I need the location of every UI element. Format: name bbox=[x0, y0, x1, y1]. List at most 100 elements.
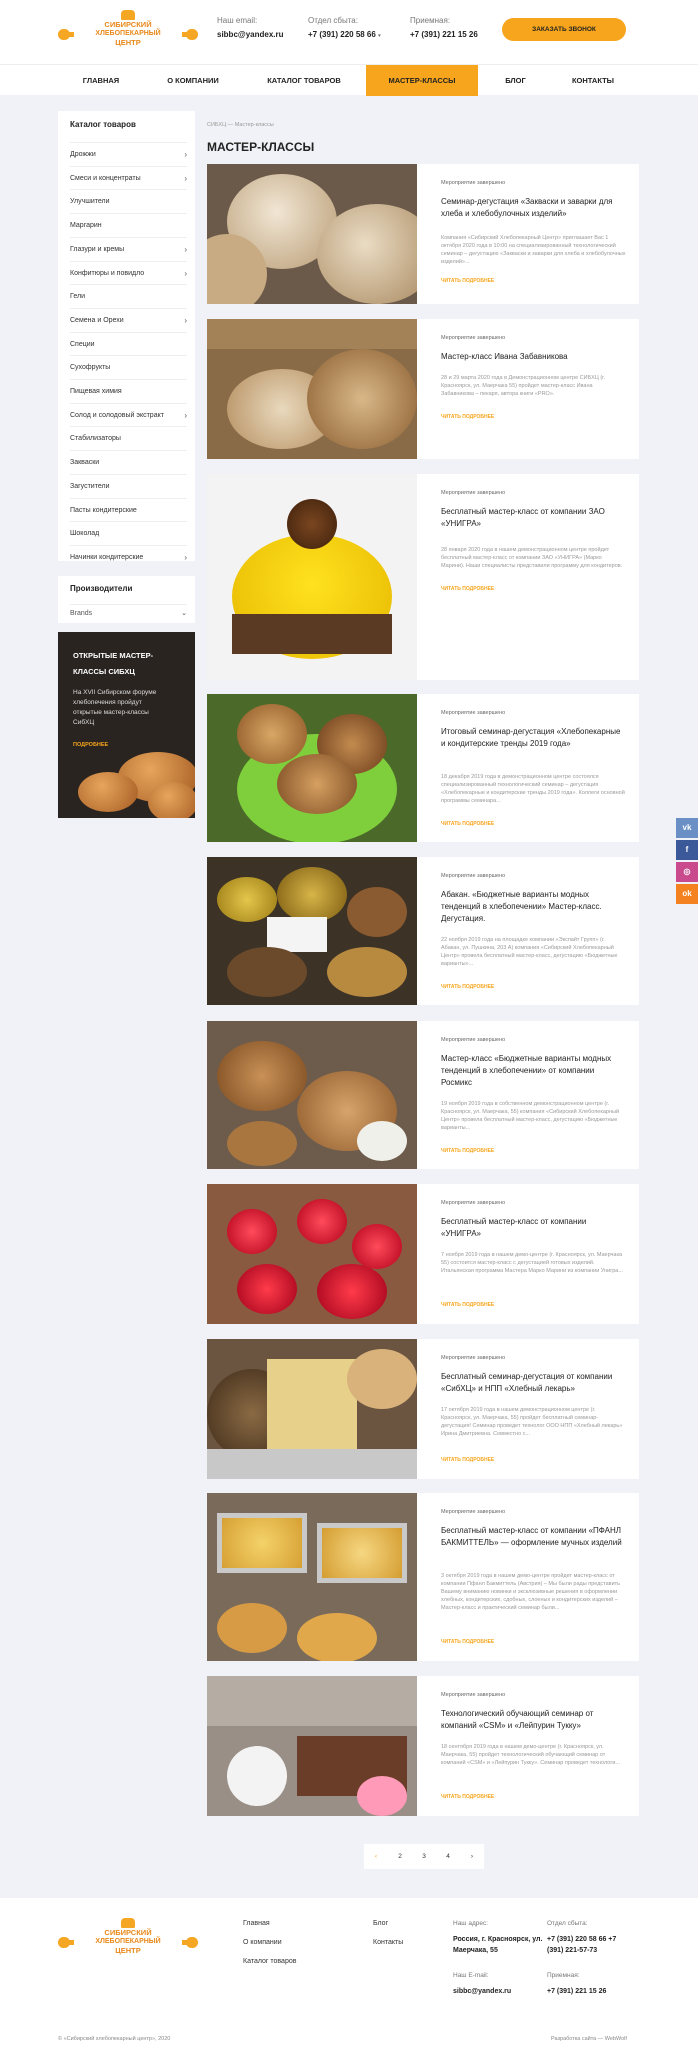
event-title[interactable]: Мастер-класс Ивана Забавникова bbox=[441, 351, 626, 363]
header-email: Наш email: sibbc@yandex.ru bbox=[217, 16, 284, 39]
order-call-button[interactable]: ЗАКАЗАТЬ ЗВОНОК bbox=[502, 18, 626, 41]
read-more-link[interactable]: ЧИТАТЬ ПОДРОБНЕЕ bbox=[441, 821, 494, 827]
read-more-link[interactable]: ЧИТАТЬ ПОДРОБНЕЕ bbox=[441, 1639, 494, 1645]
catalog-item[interactable]: Закваски bbox=[70, 450, 187, 474]
footer-link-contacts[interactable]: Контакты bbox=[373, 1939, 403, 1946]
footer-email[interactable]: sibbc@yandex.ru bbox=[453, 1986, 511, 1997]
catalog-item[interactable]: Загустители bbox=[70, 473, 187, 498]
nav-about[interactable]: О КОМПАНИИ bbox=[144, 65, 242, 96]
nav-home[interactable]: ГЛАВНАЯ bbox=[58, 65, 144, 96]
event-card[interactable]: Мероприятие завершено Бесплатный семинар-… bbox=[207, 1339, 639, 1479]
promo-banner[interactable]: ОТКРЫТЫЕ МАСТЕР-КЛАССЫ СИБХЦ На XVII Сиб… bbox=[58, 632, 195, 818]
header-sales-phone[interactable]: +7 (391) 220 58 66 ▾ bbox=[308, 30, 381, 39]
event-card[interactable]: Мероприятие завершено Бесплатный мастер-к… bbox=[207, 1184, 639, 1324]
brands-select[interactable]: Brands ⌄ bbox=[70, 604, 187, 617]
facebook-icon[interactable]: f bbox=[676, 840, 698, 860]
read-more-link[interactable]: ЧИТАТЬ ПОДРОБНЕЕ bbox=[441, 1302, 494, 1308]
catalog-item[interactable]: Улучшители bbox=[70, 189, 187, 213]
pagination-page-3[interactable]: 3 bbox=[412, 1844, 436, 1869]
event-title[interactable]: Бесплатный мастер-класс от компании «ПФА… bbox=[441, 1525, 626, 1549]
instagram-icon[interactable]: ◎ bbox=[676, 862, 698, 882]
read-more-link[interactable]: ЧИТАТЬ ПОДРОБНЕЕ bbox=[441, 414, 494, 420]
event-image[interactable] bbox=[207, 164, 417, 304]
event-card[interactable]: Мероприятие завершено Итоговый семинар-де… bbox=[207, 694, 639, 842]
pagination-next[interactable]: › bbox=[460, 1844, 484, 1869]
catalog-item[interactable]: Дрожжи › bbox=[70, 142, 187, 166]
event-status: Мероприятие завершено bbox=[441, 490, 506, 496]
read-more-link[interactable]: ЧИТАТЬ ПОДРОБНЕЕ bbox=[441, 1148, 494, 1154]
event-image[interactable] bbox=[207, 857, 417, 1005]
read-more-link[interactable]: ЧИТАТЬ ПОДРОБНЕЕ bbox=[441, 278, 494, 284]
event-image[interactable] bbox=[207, 319, 417, 459]
footer-link-home[interactable]: Главная bbox=[243, 1920, 270, 1927]
catalog-item[interactable]: Пасты кондитерские bbox=[70, 497, 187, 522]
event-title[interactable]: Абакан. «Бюджетные варианты модных тенде… bbox=[441, 889, 626, 925]
site-logo[interactable]: СИБИРСКИЙ ХЛЕБОПЕКАРНЫЙ ЦЕНТР bbox=[58, 10, 198, 54]
event-card[interactable]: Мероприятие завершено Семинар-дегустация … bbox=[207, 164, 639, 304]
catalog-item[interactable]: Сухофрукты bbox=[70, 355, 187, 379]
event-image[interactable] bbox=[207, 474, 417, 680]
event-card[interactable]: Мероприятие завершено Абакан. «Бюджетные … bbox=[207, 857, 639, 1005]
footer-logo[interactable]: СИБИРСКИЙ ХЛЕБОПЕКАРНЫЙ ЦЕНТР bbox=[58, 1918, 198, 1962]
odnoklassniki-icon[interactable]: ok bbox=[676, 884, 698, 904]
event-title[interactable]: Технологический обучающий семинар от ком… bbox=[441, 1708, 626, 1732]
nav-contacts[interactable]: КОНТАКТЫ bbox=[553, 65, 633, 96]
event-title[interactable]: Бесплатный семинар-дегустация от компани… bbox=[441, 1371, 626, 1395]
pagination: ‹ 2 3 4 › bbox=[364, 1844, 484, 1869]
catalog-item[interactable]: Специи bbox=[70, 331, 187, 356]
header-email-link[interactable]: sibbc@yandex.ru bbox=[217, 30, 284, 39]
event-description: 18 сентября 2019 года в нашем демо-центр… bbox=[441, 1744, 620, 1766]
promo-link[interactable]: ПОДРОБНЕЕ bbox=[73, 742, 108, 748]
event-title[interactable]: Мастер-класс «Бюджетные варианты модных … bbox=[441, 1053, 626, 1089]
developer-link[interactable]: Разработка сайта — WebWolf bbox=[551, 2036, 627, 2042]
catalog-item[interactable]: Маргарин bbox=[70, 213, 187, 237]
event-title[interactable]: Бесплатный мастер-класс от компании ЗАО … bbox=[441, 506, 626, 530]
catalog-item[interactable]: Гели bbox=[70, 284, 187, 308]
catalog-item[interactable]: Смеси и концентраты › bbox=[70, 165, 187, 190]
breadcrumb[interactable]: СИБХЦ — Мастер-классы bbox=[207, 122, 274, 128]
read-more-link[interactable]: ЧИТАТЬ ПОДРОБНЕЕ bbox=[441, 984, 494, 990]
catalog-item[interactable]: Шоколад bbox=[70, 521, 187, 545]
brands-title: Производители bbox=[70, 584, 133, 593]
event-image[interactable] bbox=[207, 1493, 417, 1661]
read-more-link[interactable]: ЧИТАТЬ ПОДРОБНЕЕ bbox=[441, 586, 494, 592]
pagination-page-4[interactable]: 4 bbox=[436, 1844, 460, 1869]
event-image[interactable] bbox=[207, 1339, 417, 1479]
event-image[interactable] bbox=[207, 1676, 417, 1816]
event-title[interactable]: Бесплатный мастер-класс от компании «УНИ… bbox=[441, 1216, 626, 1240]
catalog-item[interactable]: Семена и Орехи › bbox=[70, 307, 187, 332]
chevron-right-icon: › bbox=[184, 268, 187, 278]
event-title[interactable]: Семинар-дегустация «Закваски и заварки д… bbox=[441, 196, 626, 220]
catalog-item[interactable]: Стабилизаторы bbox=[70, 426, 187, 450]
catalog-item[interactable]: Конфитюры и повидло › bbox=[70, 260, 187, 285]
event-card[interactable]: Мероприятие завершено Бесплатный мастер-к… bbox=[207, 1493, 639, 1661]
catalog-item[interactable]: Глазури и кремы › bbox=[70, 236, 187, 261]
catalog-title: Каталог товаров bbox=[70, 120, 136, 129]
chevron-right-icon: › bbox=[184, 173, 187, 183]
event-image[interactable] bbox=[207, 694, 417, 842]
footer-link-catalog[interactable]: Каталог товаров bbox=[243, 1958, 296, 1965]
event-card[interactable]: Мероприятие завершено Бесплатный мастер-к… bbox=[207, 474, 639, 680]
read-more-link[interactable]: ЧИТАТЬ ПОДРОБНЕЕ bbox=[441, 1457, 494, 1463]
footer-link-about[interactable]: О компании bbox=[243, 1939, 282, 1946]
event-card[interactable]: Мероприятие завершено Мастер-класс «Бюдже… bbox=[207, 1021, 639, 1169]
header-reception-phone[interactable]: +7 (391) 221 15 26 bbox=[410, 30, 478, 39]
event-card[interactable]: Мероприятие завершено Технологический обу… bbox=[207, 1676, 639, 1816]
event-title[interactable]: Итоговый семинар-дегустация «Хлебопекарн… bbox=[441, 726, 626, 750]
read-more-link[interactable]: ЧИТАТЬ ПОДРОБНЕЕ bbox=[441, 1794, 494, 1800]
footer-link-blog[interactable]: Блог bbox=[373, 1920, 388, 1927]
event-card[interactable]: Мероприятие завершено Мастер-класс Ивана … bbox=[207, 319, 639, 459]
pagination-page-2[interactable]: 2 bbox=[388, 1844, 412, 1869]
nav-blog[interactable]: БЛОГ bbox=[478, 65, 553, 96]
pagination-prev[interactable]: ‹ bbox=[364, 1844, 388, 1869]
event-image[interactable] bbox=[207, 1184, 417, 1324]
footer-sales-phones[interactable]: +7 (391) 220 58 66 +7 (391) 221-57-73 bbox=[547, 1934, 627, 1956]
event-image[interactable] bbox=[207, 1021, 417, 1169]
nav-master-classes[interactable]: МАСТЕР-КЛАССЫ bbox=[366, 65, 478, 96]
vk-icon[interactable]: vk bbox=[676, 818, 698, 838]
catalog-item[interactable]: Солод и солодовый экстракт › bbox=[70, 402, 187, 427]
catalog-item[interactable]: Пищевая химия bbox=[70, 379, 187, 403]
catalog-item[interactable]: Начинки кондитерские › bbox=[70, 544, 187, 569]
nav-catalog[interactable]: КАТАЛОГ ТОВАРОВ bbox=[242, 65, 366, 96]
footer-reception-phone[interactable]: +7 (391) 221 15 26 bbox=[547, 1986, 606, 1997]
